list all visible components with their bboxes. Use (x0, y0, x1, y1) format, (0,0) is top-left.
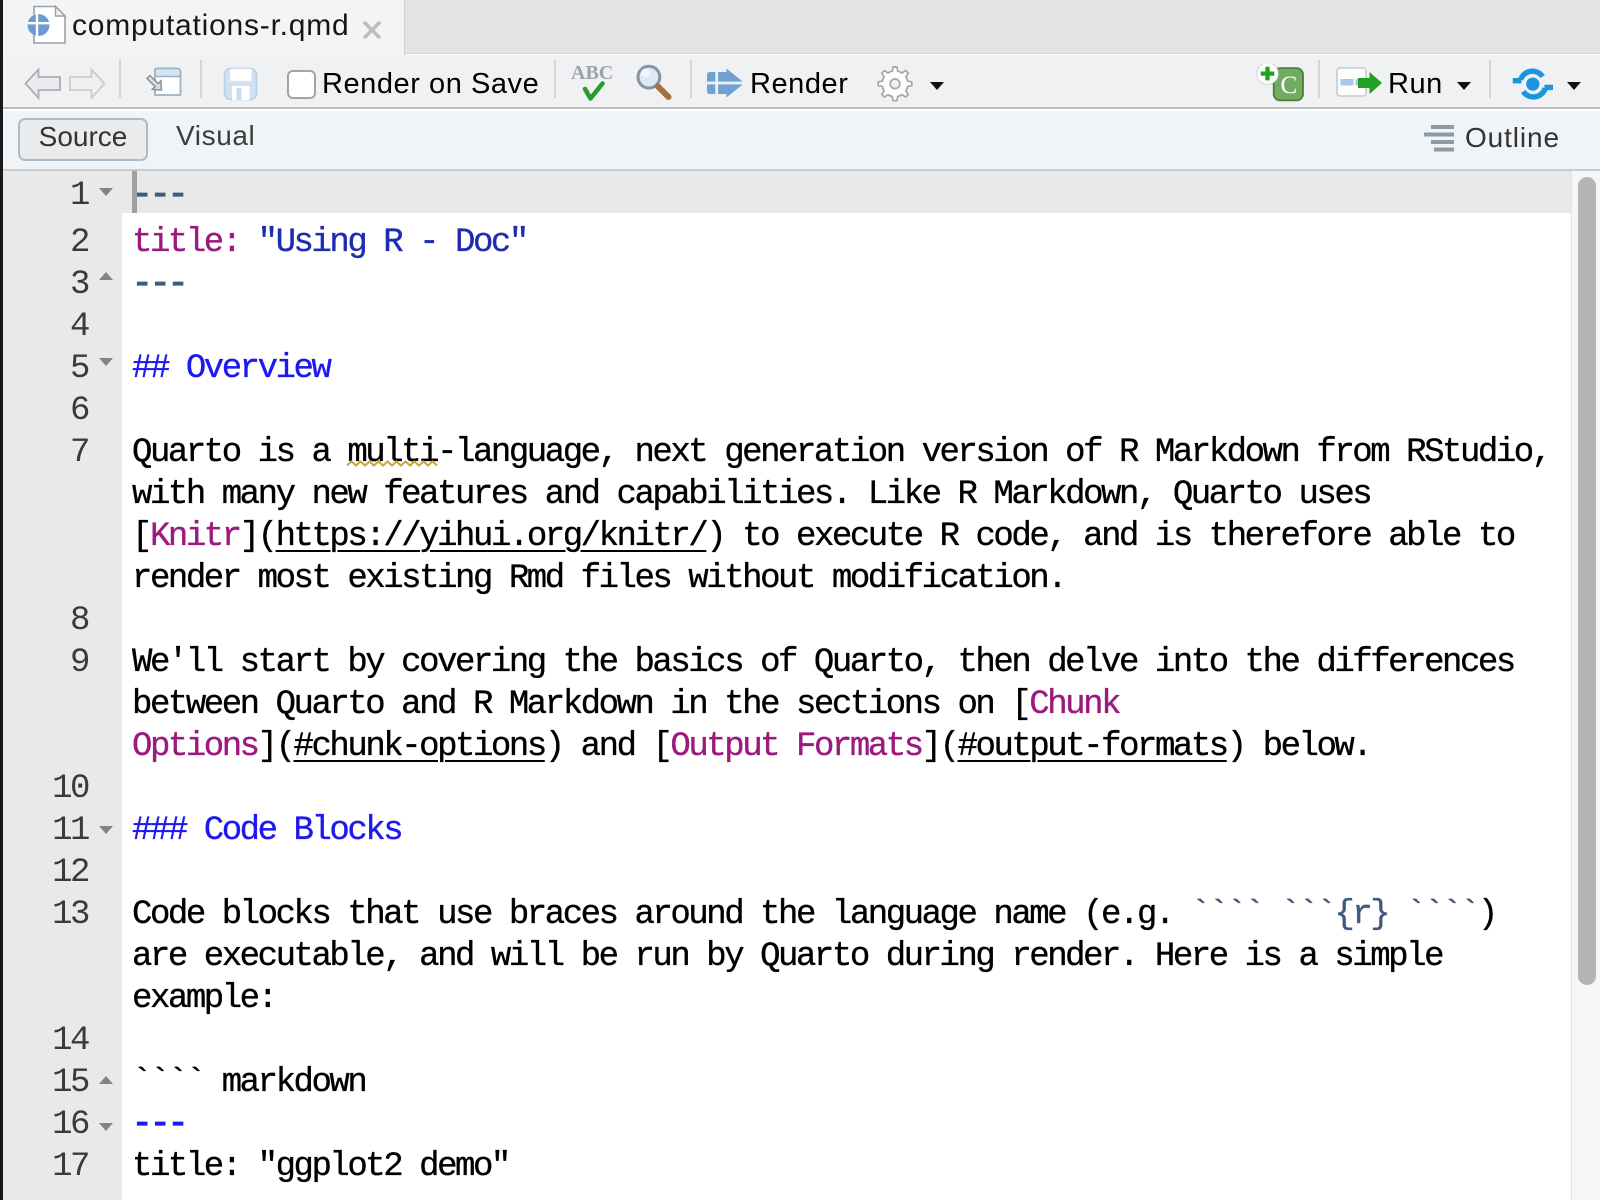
svg-text:C: C (1281, 72, 1298, 99)
svg-text:ABC: ABC (571, 62, 613, 84)
